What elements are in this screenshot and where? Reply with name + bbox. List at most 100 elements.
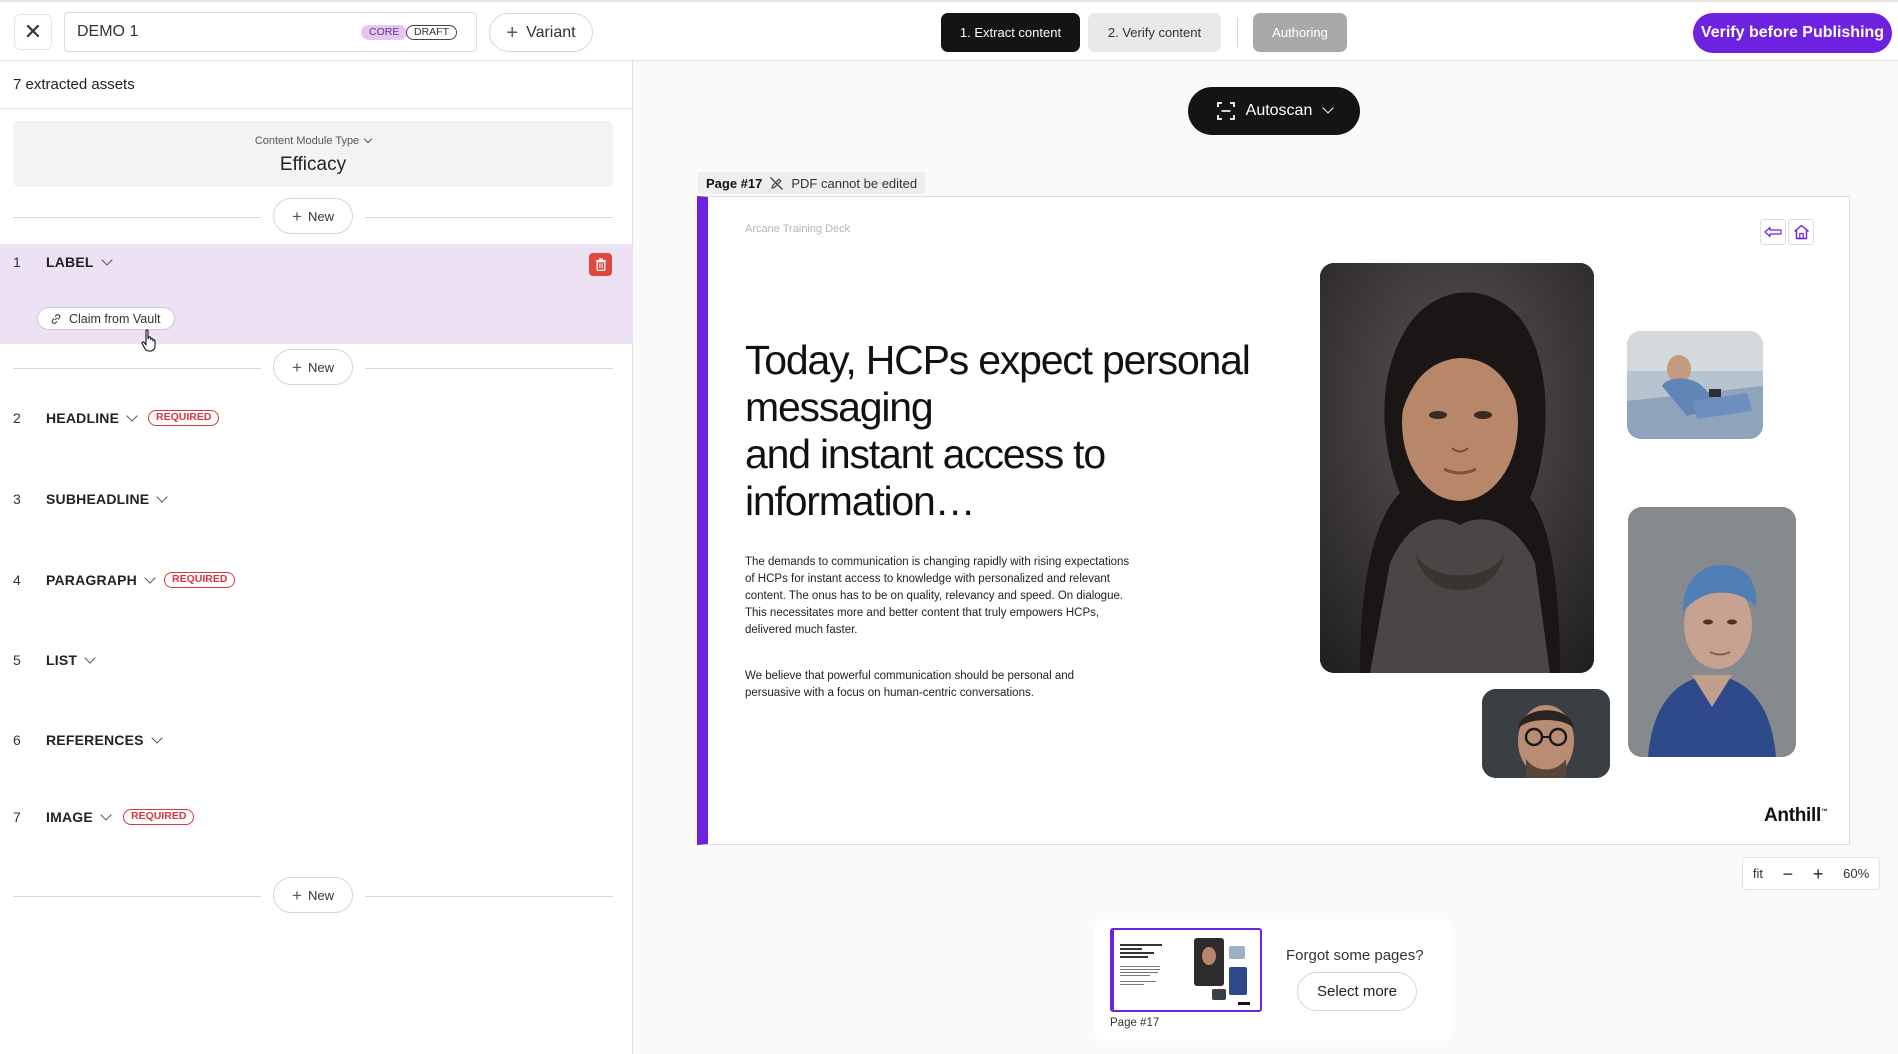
chevron-down-icon <box>151 732 163 744</box>
scan-icon <box>1216 102 1235 120</box>
slide-home-nav[interactable] <box>1788 219 1814 245</box>
slide-paragraph[interactable]: The demands to communication is changing… <box>745 554 1140 639</box>
item-type-dropdown[interactable]: SUBHEADLINE <box>46 491 168 507</box>
new-asset-button[interactable]: + New <box>273 349 353 385</box>
step-verify-content[interactable]: 2. Verify content <box>1088 13 1221 52</box>
chevron-down-icon <box>144 572 156 584</box>
close-icon: ✕ <box>23 19 43 44</box>
page-thumbnail-preview <box>1112 930 1260 1010</box>
claim-from-vault-button[interactable]: Claim from Vault <box>37 307 176 330</box>
assets-count: 7 extracted assets <box>13 76 135 93</box>
close-button[interactable]: ✕ <box>14 14 52 50</box>
document-title[interactable]: DEMO 1 <box>77 23 138 41</box>
chevron-down-icon <box>101 254 113 266</box>
divider-line <box>365 896 613 897</box>
divider-line <box>13 368 261 369</box>
portrait-woman-image[interactable] <box>1320 263 1594 673</box>
trash-icon <box>595 258 606 271</box>
verify-before-publishing-button[interactable]: Verify before Publishing <box>1693 13 1892 53</box>
chevron-down-icon <box>363 134 373 144</box>
autoscan-label: Autoscan <box>1245 102 1313 119</box>
item-type-dropdown[interactable]: REFERENCES <box>46 732 163 748</box>
required-badge: REQUIRED <box>148 410 220 426</box>
step-extract-content[interactable]: 1. Extract content <box>941 13 1080 52</box>
claim-label: Claim from Vault <box>69 311 161 326</box>
zoom-out-button[interactable]: − <box>1783 865 1794 883</box>
select-more-button[interactable]: Select more <box>1297 972 1417 1011</box>
item-number: 2 <box>13 410 21 426</box>
extracted-assets-panel: 7 extracted assets Content Module Type E… <box>0 61 633 1054</box>
chevron-down-icon <box>84 652 96 664</box>
required-badge: REQUIRED <box>164 572 236 588</box>
item-type-dropdown[interactable]: HEADLINE <box>46 410 138 426</box>
step-authoring[interactable]: Authoring <box>1253 13 1347 52</box>
zoom-in-button[interactable]: + <box>1813 865 1824 883</box>
thumbnail-page-label: Page #17 <box>1110 1017 1160 1029</box>
divider-line <box>365 368 613 369</box>
surgeon-illustration <box>1628 507 1796 757</box>
deck-name[interactable]: Arcane Training Deck <box>745 223 850 235</box>
slide-back-nav[interactable] <box>1760 219 1786 245</box>
step-divider <box>1237 18 1238 47</box>
add-variant-button[interactable]: + Variant <box>489 13 593 52</box>
arrow-left-icon <box>1764 226 1782 238</box>
divider-line <box>13 217 261 218</box>
variant-label: Variant <box>526 23 576 41</box>
plus-icon: + <box>292 357 302 377</box>
slide-paragraph-secondary[interactable]: We believe that powerful communication s… <box>745 668 1115 702</box>
asset-item-label[interactable]: 1 LABEL Claim from Vault <box>0 244 633 352</box>
zoom-fit-button[interactable]: fit <box>1753 866 1763 881</box>
content-module-type-selector[interactable]: Content Module Type Efficacy <box>13 121 613 187</box>
man-with-glasses-image[interactable] <box>1482 689 1610 778</box>
item-type-dropdown[interactable]: PARAGRAPH <box>46 572 156 588</box>
divider-line <box>13 896 261 897</box>
patient-bed-illustration <box>1627 331 1763 439</box>
new-asset-row: + New <box>13 349 613 389</box>
top-bar: ✕ DEMO 1 CORE DRAFT + Variant 1. Extract… <box>0 0 1898 61</box>
slide-headline[interactable]: Today, HCPs expect personal messaging an… <box>745 337 1285 525</box>
item-number: 1 <box>13 254 21 270</box>
new-label: New <box>307 887 334 903</box>
autoscan-button[interactable]: Autoscan <box>1188 87 1360 135</box>
draft-badge: DRAFT <box>406 25 457 40</box>
plus-icon: + <box>506 21 519 44</box>
new-label: New <box>307 359 334 375</box>
plus-icon: + <box>292 885 302 905</box>
patient-in-bed-image[interactable] <box>1627 331 1763 439</box>
item-type-dropdown[interactable]: IMAGE <box>46 809 112 825</box>
core-badge: CORE <box>361 25 408 40</box>
slide-preview[interactable]: Arcane Training Deck Today, HCPs expect … <box>697 196 1850 845</box>
title-field[interactable]: DEMO 1 CORE DRAFT <box>64 12 477 52</box>
man-glasses-illustration <box>1482 689 1610 778</box>
pdf-note: PDF cannot be edited <box>791 175 918 191</box>
forgot-pages-text: Forgot some pages? <box>1286 947 1424 964</box>
chevron-down-icon <box>126 410 138 422</box>
new-label: New <box>307 208 334 224</box>
item-type-dropdown[interactable]: LABEL <box>46 254 113 270</box>
divider <box>0 108 633 109</box>
module-type-label: Content Module Type <box>13 134 613 147</box>
item-number: 7 <box>13 809 21 825</box>
page-number: Page #17 <box>706 175 763 191</box>
anthill-logo: Anthill™ <box>1764 805 1828 826</box>
module-type-value: Efficacy <box>279 154 347 175</box>
chevron-down-icon <box>100 809 112 821</box>
new-asset-row: + New <box>13 198 613 238</box>
item-number: 4 <box>13 572 21 588</box>
link-icon <box>51 313 61 324</box>
pencil-off-icon <box>770 176 784 190</box>
new-asset-row: + New <box>13 877 613 917</box>
item-number: 5 <box>13 652 21 668</box>
new-asset-button[interactable]: + New <box>273 877 353 913</box>
item-number: 3 <box>13 491 21 507</box>
page-thumbnail[interactable] <box>1110 928 1262 1012</box>
item-type-dropdown[interactable]: LIST <box>46 652 96 668</box>
page-selection-card: Page #17 Forgot some pages? Select more <box>1094 919 1452 1041</box>
surgeon-portrait-image[interactable] <box>1628 507 1796 757</box>
zoom-level: 60% <box>1843 866 1870 881</box>
portrait-woman-illustration <box>1320 263 1594 673</box>
zoom-controls: fit − + 60% <box>1742 857 1880 890</box>
divider-line <box>365 217 613 218</box>
new-asset-button[interactable]: + New <box>273 198 353 234</box>
delete-button[interactable] <box>589 253 612 276</box>
